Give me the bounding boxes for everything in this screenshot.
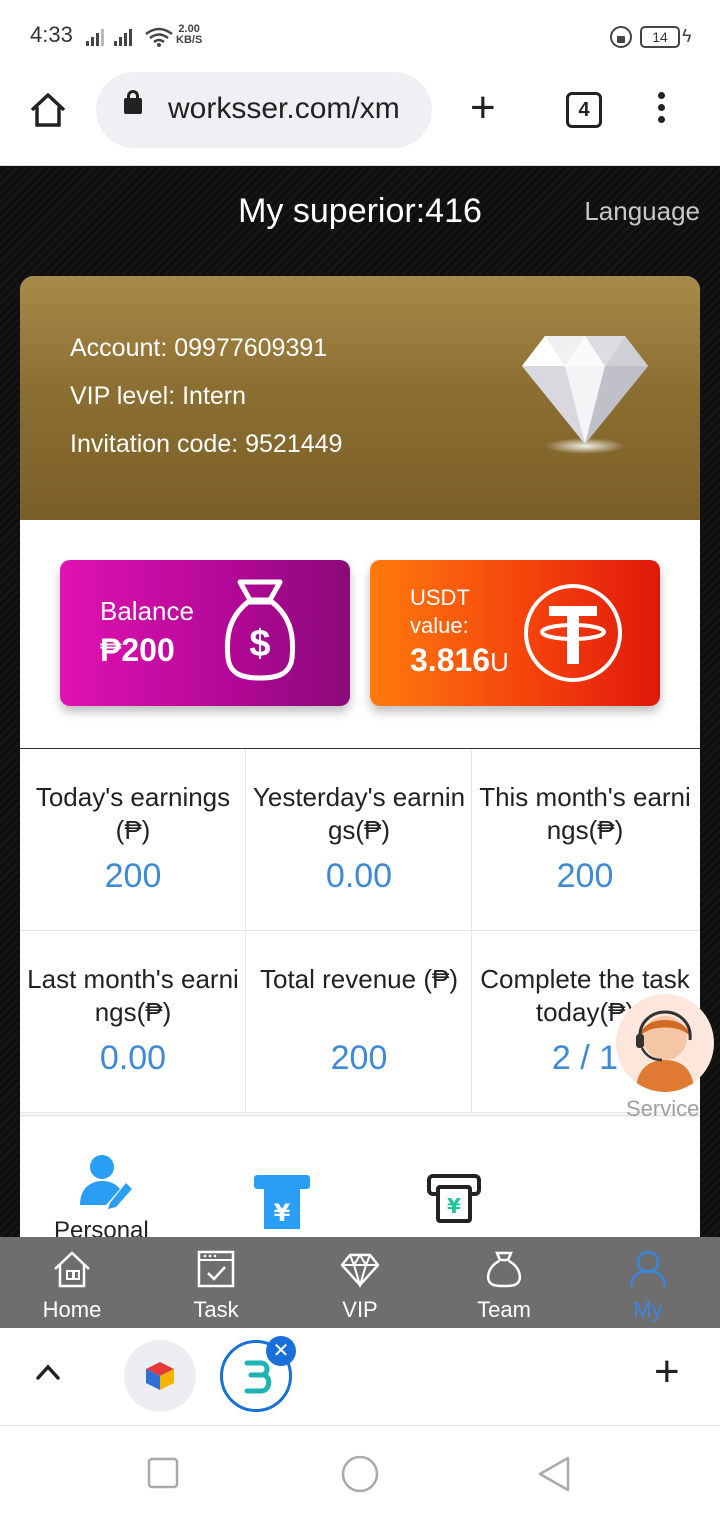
customer-service-button[interactable] — [616, 994, 714, 1092]
usdt-card[interactable]: USDT value: 3.816U — [370, 560, 660, 706]
tab-label: Task — [193, 1297, 239, 1322]
account-number: Account: 09977609391 — [70, 334, 328, 362]
tether-icon — [524, 584, 622, 682]
stat-today: Today's earnings(₱) 200 — [20, 749, 246, 931]
stat-value: 0.00 — [325, 857, 393, 895]
language-link[interactable]: Language — [584, 196, 700, 227]
stat-yesterday: Yesterday's earnings(₱) 0.00 — [246, 749, 472, 931]
home-icon[interactable] — [28, 90, 68, 130]
svg-text:¥: ¥ — [447, 1194, 461, 1218]
personal-info-icon[interactable] — [76, 1153, 136, 1209]
service-label[interactable]: Service — [626, 1096, 699, 1122]
tab-home[interactable]: Home — [0, 1237, 144, 1328]
svg-text:$: $ — [249, 623, 270, 665]
stat-this-month: This month's earnings(₱) 200 — [472, 749, 700, 931]
bottom-tabbar: Home Task VIP Team My — [0, 1237, 720, 1328]
balance-card[interactable]: Balance ₱200 $ — [60, 560, 350, 706]
stat-last-month: Last month's earnings(₱) 0.00 — [20, 931, 246, 1113]
stat-title: Yesterday's earnings(₱) — [252, 782, 466, 845]
home-nav-icon[interactable] — [340, 1454, 380, 1494]
money-bag-icon: $ — [224, 579, 296, 681]
balance-label: Balance — [100, 596, 194, 626]
tab-switcher-button[interactable]: 4 — [566, 92, 602, 128]
rotation-lock-icon — [610, 26, 632, 48]
tab-label: My — [633, 1297, 663, 1322]
system-navigation-bar — [0, 1426, 720, 1520]
tab-vip[interactable]: VIP — [288, 1237, 432, 1328]
browser-tab-1[interactable] — [124, 1340, 196, 1412]
cube-app-icon — [146, 1362, 174, 1390]
b-app-icon — [244, 1360, 272, 1394]
profile-card: Account: 09977609391 VIP level: Intern I… — [20, 276, 700, 1328]
vip-level: VIP level: Intern — [70, 382, 247, 410]
stat-title: This month's earnings(₱) — [479, 782, 691, 845]
tab-label: Team — [477, 1297, 531, 1322]
stat-title: Last month's earnings(₱) — [27, 964, 239, 1027]
network-speed: 2.00 KB/S — [176, 24, 202, 46]
tab-label: VIP — [342, 1297, 378, 1322]
add-tab-icon[interactable]: + — [654, 1350, 680, 1394]
new-tab-icon[interactable]: + — [470, 86, 496, 130]
recents-icon[interactable] — [146, 1456, 180, 1490]
stat-value: 0.00 — [99, 1039, 167, 1077]
stat-value: 200 — [556, 857, 614, 895]
user-icon — [629, 1250, 667, 1288]
tab-label: Home — [42, 1297, 102, 1322]
browser-tab-strip: ✕ + — [0, 1328, 720, 1426]
earnings-grid: Today's earnings(₱) 200 Yesterday's earn… — [20, 748, 700, 1113]
wifi-icon — [145, 27, 173, 47]
signal-icon-2 — [114, 28, 132, 46]
usdt-amount: 3.816 — [410, 642, 491, 678]
chevron-up-icon[interactable] — [34, 1358, 62, 1386]
lock-icon — [124, 90, 142, 114]
tab-task[interactable]: Task — [144, 1237, 288, 1328]
svg-text:¥: ¥ — [274, 1199, 291, 1227]
tab-my[interactable]: My — [576, 1237, 720, 1328]
stat-title: Total revenue (₱) — [260, 964, 458, 994]
service-agent-icon — [636, 1010, 694, 1092]
stat-value: 200 — [330, 1039, 388, 1077]
stat-value: 200 — [104, 857, 162, 895]
clock: 4:33 — [30, 22, 73, 47]
stat-title: Today's earnings(₱) — [35, 782, 231, 845]
usdt-label: USDT value: — [410, 585, 470, 638]
usdt-unit: U — [490, 647, 509, 677]
home-icon — [54, 1251, 90, 1288]
web-page: My superior:416 Language Account: 099776… — [0, 166, 720, 1328]
team-icon — [486, 1251, 522, 1288]
charging-icon: ϟ — [682, 26, 692, 46]
browser-toolbar: worksser.com/xm + 4 — [0, 72, 720, 166]
balance-value: ₱200 — [100, 632, 175, 668]
status-bar: 4:33 2.00 KB/S 14 ϟ — [0, 0, 720, 72]
task-icon — [197, 1250, 235, 1288]
invitation-code: Invitation code: 9521449 — [70, 430, 343, 458]
more-menu-icon[interactable] — [658, 92, 670, 128]
withdraw-icon[interactable]: ¥ — [252, 1173, 312, 1229]
recharge-icon[interactable]: ¥ — [426, 1173, 482, 1225]
diamond-icon — [340, 1253, 380, 1289]
signal-icon — [86, 28, 104, 46]
stat-total-revenue: Total revenue (₱) 200 — [246, 931, 472, 1113]
tab-team[interactable]: Team — [432, 1237, 576, 1328]
account-header: Account: 09977609391 VIP level: Intern I… — [20, 276, 700, 520]
usdt-value: 3.816U — [410, 642, 509, 679]
battery-icon: 14 — [640, 26, 680, 48]
close-icon[interactable]: ✕ — [266, 1336, 296, 1366]
url-text[interactable]: worksser.com/xm — [168, 92, 418, 126]
address-bar[interactable]: worksser.com/xm — [96, 72, 432, 148]
diamond-icon — [522, 336, 648, 454]
speed-unit: KB/S — [176, 34, 203, 46]
back-icon[interactable] — [536, 1454, 572, 1494]
